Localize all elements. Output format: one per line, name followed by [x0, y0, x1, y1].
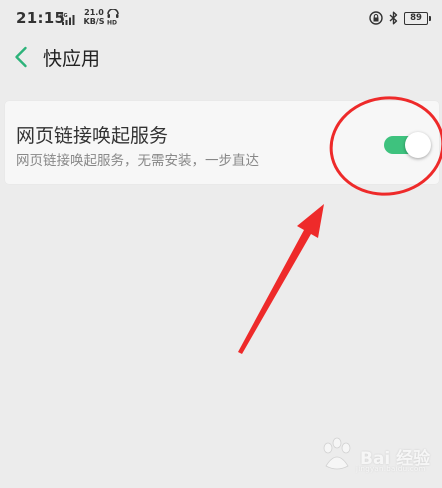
watermark-subtext: jingyan.baidu.com	[356, 465, 426, 473]
hd-badge: HD	[107, 20, 117, 26]
title-bar: 快应用	[0, 34, 442, 80]
net-speed-value: 21.0	[84, 8, 104, 17]
web-link-service-toggle[interactable]	[381, 131, 431, 159]
net-speed: 21.0 KB/S	[83, 8, 105, 26]
page-title: 快应用	[43, 48, 101, 70]
hd-voice-icon: HD	[107, 9, 119, 25]
setting-title: 网页链接唤起服务	[16, 125, 169, 147]
network-badge: 4G	[60, 13, 68, 19]
setting-description: 网页链接唤起服务，无需安装，一步直达	[16, 153, 259, 169]
toggle-knob	[405, 132, 431, 158]
status-icons: 89	[369, 10, 431, 26]
signal-bars-icon: 4G	[60, 13, 75, 25]
status-bar: 21:15 4G 21.0 KB/S HD 89	[0, 0, 442, 34]
status-time: 21:15	[16, 9, 66, 27]
back-button[interactable]	[6, 42, 36, 72]
rotation-lock-icon	[369, 11, 383, 25]
paw-logo-icon	[323, 437, 351, 470]
setting-row-web-link-service[interactable]: 网页链接唤起服务 网页链接唤起服务，无需安装，一步直达	[5, 101, 439, 184]
baidu-jingyan-watermark: Bai 经验 jingyan.baidu.com	[318, 436, 440, 476]
bluetooth-icon	[389, 11, 398, 25]
battery-icon: 89	[404, 11, 431, 25]
annotation-arrow	[238, 204, 324, 354]
chevron-left-icon	[15, 46, 27, 68]
net-speed-unit: KB/S	[83, 17, 105, 26]
